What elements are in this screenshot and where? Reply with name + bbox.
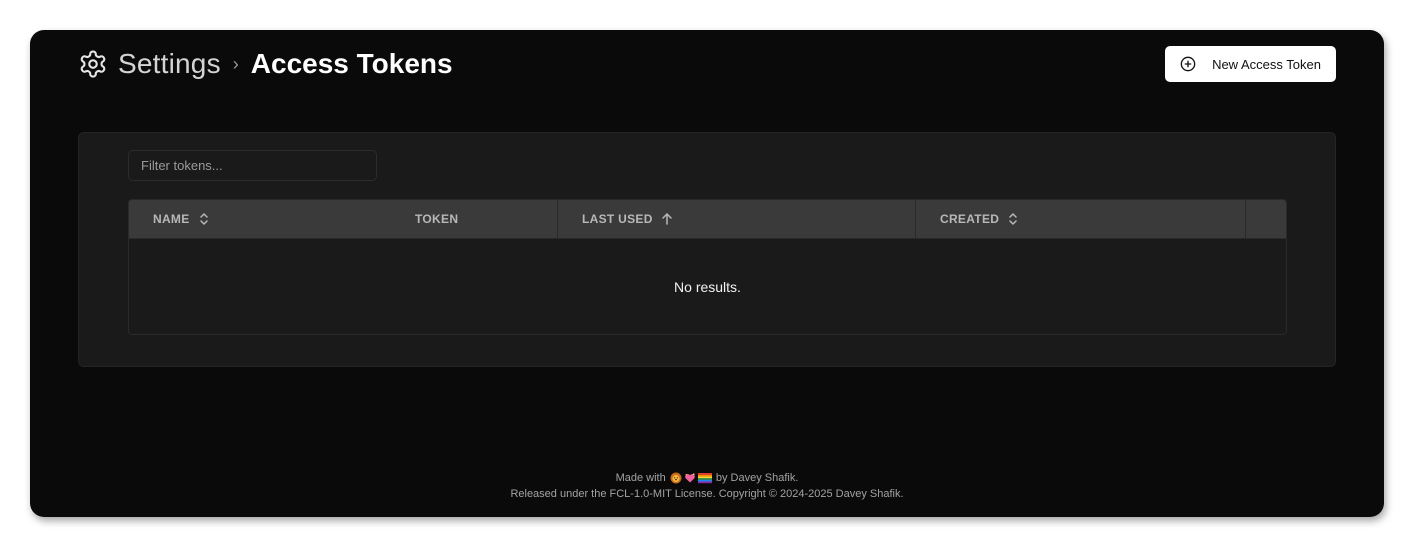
column-header-name[interactable]: NAME (129, 200, 391, 238)
column-label-created: CREATED (940, 212, 1000, 226)
column-header-actions (1246, 200, 1286, 238)
breadcrumb: Settings › Access Tokens (78, 48, 453, 80)
column-label-name: NAME (153, 212, 190, 226)
arrow-up-icon (661, 212, 673, 226)
footer-credit: Made with by Davey Shafik. (30, 470, 1384, 486)
new-access-token-label: New Access Token (1212, 56, 1321, 72)
column-header-last-used[interactable]: LAST USED (558, 200, 916, 238)
footer-license: Released under the FCL-1.0-MIT License. … (510, 488, 904, 500)
column-header-token: TOKEN (391, 200, 558, 238)
footer-made-with: Made with (615, 472, 666, 484)
lion-face-icon (670, 472, 682, 484)
page-footer: Made with by Davey Shafik. Released unde… (30, 470, 1384, 502)
breadcrumb-separator: › (232, 53, 239, 74)
chevron-up-down-icon (198, 212, 210, 226)
table-header: NAME TOKEN LAST USED CREATED (129, 200, 1286, 239)
tokens-panel: NAME TOKEN LAST USED (78, 132, 1336, 367)
page-title: Access Tokens (250, 48, 453, 79)
table-body: No results. (129, 239, 1286, 334)
sparkling-heart-icon (684, 472, 696, 484)
column-header-created[interactable]: CREATED (916, 200, 1246, 238)
footer-author: by Davey Shafik. (715, 472, 799, 484)
filter-tokens-input[interactable] (128, 150, 377, 181)
gear-icon (78, 49, 108, 79)
page-header: Settings › Access Tokens New Access Toke… (78, 46, 1336, 82)
empty-state-message: No results. (674, 279, 741, 295)
column-label-last-used: LAST USED (582, 212, 653, 226)
column-label-token: TOKEN (415, 212, 459, 226)
plus-circle-icon (1180, 56, 1196, 72)
chevron-up-down-icon (1007, 212, 1019, 226)
tokens-table: NAME TOKEN LAST USED CREATED No results. (128, 199, 1287, 335)
app-window: Settings › Access Tokens New Access Toke… (30, 30, 1384, 517)
new-access-token-button[interactable]: New Access Token (1165, 46, 1336, 82)
rainbow-flag-icon (697, 472, 712, 484)
breadcrumb-settings-link[interactable]: Settings (118, 48, 221, 80)
